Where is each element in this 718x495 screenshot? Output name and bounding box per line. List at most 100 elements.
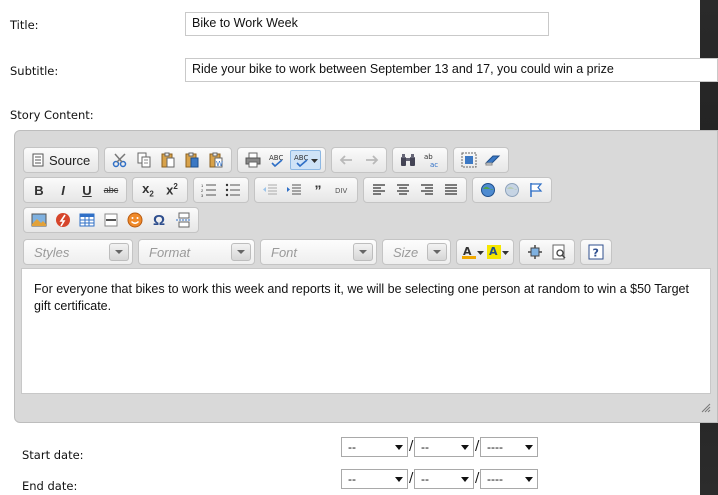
- story-content-label: Story Content:: [10, 108, 94, 122]
- paste-text-button[interactable]: [181, 150, 203, 170]
- spellcheck-icon: ABC: [269, 154, 284, 168]
- resize-handle-icon[interactable]: [699, 401, 711, 416]
- strikethrough-icon: abc: [103, 185, 119, 195]
- start-month-select[interactable]: --: [341, 437, 408, 457]
- end-year-select[interactable]: ----: [480, 469, 538, 489]
- replace-button[interactable]: ab ac: [421, 150, 443, 170]
- underline-icon: U: [82, 182, 92, 198]
- toolbar-group-help: ?: [580, 239, 612, 265]
- end-day-select[interactable]: --: [414, 469, 474, 489]
- special-char-button[interactable]: Ω: [148, 210, 170, 230]
- text-color-button[interactable]: A: [461, 242, 484, 262]
- redo-button[interactable]: [360, 150, 382, 170]
- subscript-button[interactable]: x2: [137, 180, 159, 200]
- smiley-button[interactable]: [124, 210, 146, 230]
- quote-icon: ”: [314, 182, 322, 198]
- blockquote-button[interactable]: ”: [307, 180, 329, 200]
- indent-button[interactable]: [283, 180, 305, 200]
- toolbar-group-source: Source: [23, 147, 100, 173]
- align-right-button[interactable]: [416, 180, 438, 200]
- end-date-label: End date:: [22, 479, 78, 493]
- print-button[interactable]: [242, 150, 264, 170]
- size-combo[interactable]: Size: [382, 239, 451, 265]
- maximize-button[interactable]: [524, 242, 546, 262]
- cut-button[interactable]: [109, 150, 131, 170]
- numbered-list-button[interactable]: 123: [198, 180, 220, 200]
- spellcheck-as-you-type-button[interactable]: ABC: [290, 150, 322, 170]
- show-blocks-button[interactable]: [548, 242, 570, 262]
- title-input[interactable]: Bike to Work Week: [185, 12, 549, 36]
- start-year-select[interactable]: ----: [480, 437, 538, 457]
- flash-icon: [56, 213, 70, 227]
- justify-button[interactable]: [440, 180, 462, 200]
- chevron-down-icon: [521, 444, 537, 450]
- paste-word-button[interactable]: W: [205, 150, 227, 170]
- bulleted-list-button[interactable]: [222, 180, 244, 200]
- chevron-down-icon: [457, 444, 473, 450]
- superscript-button[interactable]: x2: [161, 180, 183, 200]
- numbered-list-icon: 123: [201, 183, 216, 198]
- chevron-down-icon: [427, 243, 447, 261]
- find-button[interactable]: [397, 150, 419, 170]
- bold-icon: B: [34, 182, 44, 198]
- flag-icon: [530, 183, 543, 197]
- align-left-button[interactable]: [368, 180, 390, 200]
- paste-text-icon: [185, 152, 199, 168]
- select-all-button[interactable]: [458, 150, 480, 170]
- horizontal-rule-button[interactable]: [100, 210, 122, 230]
- chevron-down-icon: [231, 243, 251, 261]
- font-combo[interactable]: Font: [260, 239, 377, 265]
- italic-button[interactable]: I: [52, 180, 74, 200]
- subtitle-input[interactable]: Ride your bike to work between September…: [185, 58, 718, 82]
- table-icon: [79, 213, 95, 227]
- styles-combo-label: Styles: [34, 244, 70, 260]
- outdent-button[interactable]: [259, 180, 281, 200]
- toolbar-group-find: ab ac: [392, 147, 449, 173]
- undo-button[interactable]: [336, 150, 358, 170]
- link-button[interactable]: [477, 180, 499, 200]
- background-color-button[interactable]: A: [486, 242, 509, 262]
- flash-button[interactable]: [52, 210, 74, 230]
- align-center-button[interactable]: [392, 180, 414, 200]
- superscript-icon: x2: [166, 182, 178, 198]
- svg-text:3: 3: [201, 193, 204, 198]
- date-separator: /: [409, 471, 414, 486]
- div-icon: DIV: [335, 187, 347, 195]
- spellcheck-button[interactable]: ABC: [266, 150, 288, 170]
- chevron-down-icon: [353, 243, 373, 261]
- anchor-button[interactable]: [525, 180, 547, 200]
- remove-format-button[interactable]: [482, 150, 504, 170]
- styles-combo[interactable]: Styles: [23, 239, 133, 265]
- toolbar-group-spell: ABC ABC: [237, 147, 327, 173]
- source-button[interactable]: Source: [28, 150, 94, 170]
- toolbar-group-basic-styles: B I U abc: [23, 177, 127, 203]
- underline-button[interactable]: U: [76, 180, 98, 200]
- scissors-icon: [112, 153, 127, 168]
- omega-icon: Ω: [152, 211, 166, 229]
- svg-text:ac: ac: [430, 161, 438, 168]
- clipboard-icon: [161, 152, 175, 168]
- strikethrough-button[interactable]: abc: [100, 180, 122, 200]
- bold-button[interactable]: B: [28, 180, 50, 200]
- table-button[interactable]: [76, 210, 98, 230]
- unlink-button[interactable]: [501, 180, 523, 200]
- about-button[interactable]: ?: [585, 242, 607, 262]
- undo-icon: [339, 155, 353, 165]
- copy-button[interactable]: [133, 150, 155, 170]
- date-separator: /: [475, 439, 480, 454]
- end-month-select[interactable]: --: [341, 469, 408, 489]
- highlight-color-icon: A: [487, 245, 501, 259]
- editor-content-area[interactable]: For everyone that bikes to work this wee…: [21, 268, 711, 394]
- image-button[interactable]: [28, 210, 50, 230]
- create-div-button[interactable]: DIV: [331, 180, 353, 200]
- outdent-icon: [263, 184, 277, 195]
- chevron-down-icon: [457, 476, 473, 482]
- format-combo[interactable]: Format: [138, 239, 255, 265]
- page-break-button[interactable]: [172, 210, 194, 230]
- horizontal-rule-icon: [104, 213, 118, 227]
- toolbar-row-1: Source W ABC ABC ab ac: [23, 147, 510, 173]
- paste-button[interactable]: [157, 150, 179, 170]
- start-year-value: ----: [487, 440, 503, 454]
- start-day-select[interactable]: --: [414, 437, 474, 457]
- rich-text-editor: Source W ABC ABC ab ac B I U abc x2 x2 1…: [14, 130, 718, 423]
